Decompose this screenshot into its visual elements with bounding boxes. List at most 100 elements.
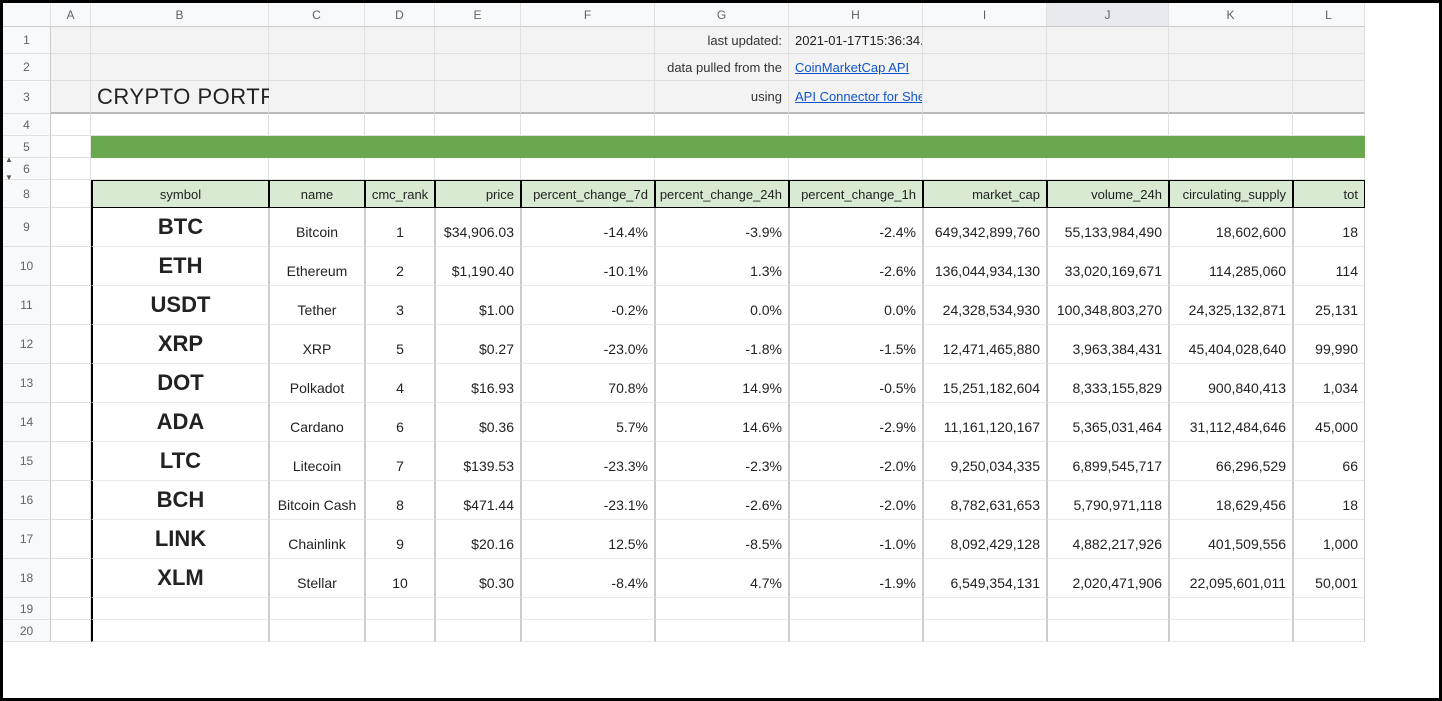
meta-updated-label[interactable]: last updated: (655, 27, 789, 54)
table-header-percent_change_1h[interactable]: percent_change_1h (789, 180, 923, 208)
row-header-9[interactable]: 9 (3, 208, 51, 247)
table-cell-mcap[interactable]: 15,251,182,604 (923, 364, 1047, 403)
table-cell-cmc_rank[interactable]: 1 (365, 208, 435, 247)
table-cell-mcap[interactable]: 12,471,465,880 (923, 325, 1047, 364)
table-cell-price[interactable]: $471.44 (435, 481, 521, 520)
table-cell-price[interactable]: $0.36 (435, 403, 521, 442)
cell[interactable] (435, 27, 521, 54)
table-cell-symbol[interactable]: LTC (91, 442, 269, 481)
table-cell-cmc_rank[interactable]: 8 (365, 481, 435, 520)
cell[interactable] (923, 158, 1047, 180)
table-cell-price[interactable]: $0.27 (435, 325, 521, 364)
table-cell-pc1h[interactable]: -2.4% (789, 208, 923, 247)
table-header-cmc_rank[interactable]: cmc_rank (365, 180, 435, 208)
cell[interactable] (91, 158, 269, 180)
column-header-K[interactable]: K (1169, 3, 1293, 27)
cell[interactable] (435, 598, 521, 620)
table-cell-cmc_rank[interactable]: 10 (365, 559, 435, 598)
cell[interactable] (269, 158, 365, 180)
table-cell-tot[interactable]: 50,001 (1293, 559, 1365, 598)
cell[interactable] (1293, 158, 1365, 180)
row-header-3[interactable]: 3 (3, 81, 51, 114)
cell[interactable] (51, 442, 91, 481)
table-cell-mcap[interactable]: 11,161,120,167 (923, 403, 1047, 442)
cell[interactable] (1047, 54, 1169, 81)
column-header-I[interactable]: I (923, 3, 1047, 27)
cell[interactable] (269, 620, 365, 642)
cell[interactable] (91, 620, 269, 642)
cell[interactable] (365, 54, 435, 81)
table-cell-vol[interactable]: 3,963,384,431 (1047, 325, 1169, 364)
cell[interactable] (1293, 114, 1365, 136)
cell[interactable] (91, 27, 269, 54)
cell[interactable] (269, 114, 365, 136)
table-cell-name[interactable]: Polkadot (269, 364, 365, 403)
cell[interactable] (51, 325, 91, 364)
table-cell-symbol[interactable]: ADA (91, 403, 269, 442)
row-header-10[interactable]: 10 (3, 247, 51, 286)
cell[interactable] (365, 114, 435, 136)
cell[interactable] (435, 620, 521, 642)
table-cell-mcap[interactable]: 6,549,354,131 (923, 559, 1047, 598)
cell[interactable] (435, 114, 521, 136)
cell[interactable] (51, 364, 91, 403)
table-cell-name[interactable]: Cardano (269, 403, 365, 442)
collapse-up-icon[interactable]: ▲ (5, 155, 13, 164)
table-cell-pc1h[interactable]: 0.0% (789, 286, 923, 325)
column-header-F[interactable]: F (521, 3, 655, 27)
cell[interactable] (1169, 158, 1293, 180)
table-cell-cmc_rank[interactable]: 7 (365, 442, 435, 481)
cell[interactable] (91, 598, 269, 620)
cell[interactable] (51, 180, 91, 208)
table-header-circulating_supply[interactable]: circulating_supply (1169, 180, 1293, 208)
cell[interactable] (1047, 158, 1169, 180)
meta-using-link-cell[interactable]: API Connector for Sheets (789, 81, 923, 114)
table-cell-tot[interactable]: 45,000 (1293, 403, 1365, 442)
cell[interactable] (1047, 114, 1169, 136)
table-cell-pc7d[interactable]: 5.7% (521, 403, 655, 442)
table-cell-tot[interactable]: 99,990 (1293, 325, 1365, 364)
table-header-name[interactable]: name (269, 180, 365, 208)
table-cell-symbol[interactable]: BTC (91, 208, 269, 247)
cell[interactable] (789, 158, 923, 180)
table-cell-pc24h[interactable]: -2.6% (655, 481, 789, 520)
cell[interactable] (1293, 81, 1365, 114)
cell[interactable] (91, 54, 269, 81)
table-cell-supply[interactable]: 18,629,456 (1169, 481, 1293, 520)
cell[interactable] (51, 81, 91, 114)
cell[interactable] (269, 598, 365, 620)
table-cell-pc24h[interactable]: -2.3% (655, 442, 789, 481)
table-cell-pc7d[interactable]: -23.1% (521, 481, 655, 520)
table-cell-mcap[interactable]: 649,342,899,760 (923, 208, 1047, 247)
table-cell-pc7d[interactable]: -23.3% (521, 442, 655, 481)
column-header-J[interactable]: J (1047, 3, 1169, 27)
table-cell-supply[interactable]: 45,404,028,640 (1169, 325, 1293, 364)
table-cell-vol[interactable]: 2,020,471,906 (1047, 559, 1169, 598)
table-cell-price[interactable]: $20.16 (435, 520, 521, 559)
meta-pulled-link-cell[interactable]: CoinMarketCap API (789, 54, 923, 81)
cell[interactable] (789, 114, 923, 136)
table-cell-supply[interactable]: 66,296,529 (1169, 442, 1293, 481)
table-cell-supply[interactable]: 114,285,060 (1169, 247, 1293, 286)
column-header-L[interactable]: L (1293, 3, 1365, 27)
row-header-14[interactable]: 14 (3, 403, 51, 442)
row-header-18[interactable]: 18 (3, 559, 51, 598)
table-cell-tot[interactable]: 1,000 (1293, 520, 1365, 559)
table-cell-vol[interactable]: 5,365,031,464 (1047, 403, 1169, 442)
cell[interactable] (1047, 27, 1169, 54)
table-cell-symbol[interactable]: BCH (91, 481, 269, 520)
table-cell-supply[interactable]: 900,840,413 (1169, 364, 1293, 403)
table-cell-pc24h[interactable]: 1.3% (655, 247, 789, 286)
table-cell-name[interactable]: Bitcoin Cash (269, 481, 365, 520)
table-cell-pc1h[interactable]: -2.6% (789, 247, 923, 286)
cell[interactable] (91, 114, 269, 136)
cell[interactable] (51, 620, 91, 642)
table-cell-cmc_rank[interactable]: 3 (365, 286, 435, 325)
table-cell-tot[interactable]: 18 (1293, 481, 1365, 520)
column-header-H[interactable]: H (789, 3, 923, 27)
table-cell-vol[interactable]: 8,333,155,829 (1047, 364, 1169, 403)
row-header-17[interactable]: 17 (3, 520, 51, 559)
table-cell-cmc_rank[interactable]: 5 (365, 325, 435, 364)
cell[interactable] (521, 54, 655, 81)
table-header-percent_change_24h[interactable]: percent_change_24h (655, 180, 789, 208)
